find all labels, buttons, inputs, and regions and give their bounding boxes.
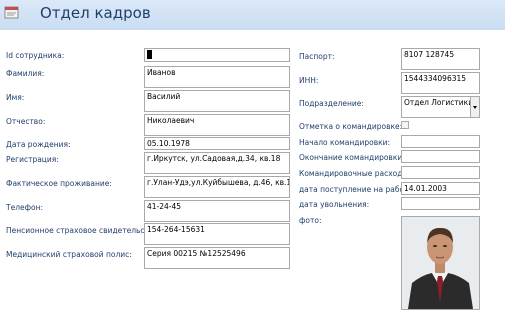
label-dismissal-date: дата увольнения: [299, 200, 370, 209]
inn-field[interactable]: 1544334096315 [401, 72, 480, 94]
label-registration: Регистрация: [6, 155, 59, 164]
trip-start-field[interactable] [401, 135, 480, 148]
employee-id-field[interactable] [144, 48, 290, 62]
form-icon [4, 6, 19, 19]
label-trip-end: Окончание командировки: [299, 153, 405, 162]
patronymic-field[interactable]: Николаевич [144, 114, 290, 136]
trip-end-field[interactable] [401, 150, 480, 163]
passport-field[interactable]: 8107 128745 [401, 48, 480, 70]
label-surname: Фамилия: [6, 69, 45, 78]
label-department: Подразделение: [299, 99, 364, 108]
label-patronymic: Отчество: [6, 117, 46, 126]
label-actual-residence: Фактическое проживание: [6, 179, 112, 188]
surname-field[interactable]: Иванов [144, 66, 290, 88]
label-birth-date: Дата рождения: [6, 140, 71, 149]
form-title: Отдел кадров [40, 4, 151, 22]
photo-frame[interactable] [401, 216, 480, 310]
dismissal-date-field[interactable] [401, 197, 480, 210]
employee-photo [402, 217, 479, 309]
label-first-name: Имя: [6, 93, 25, 102]
text-cursor [147, 50, 152, 59]
form-header: Отдел кадров [0, 0, 505, 30]
label-trip-start: Начало командировки: [299, 138, 391, 147]
label-business-trip-flag: Отметка о командировке: [299, 122, 403, 131]
label-employee-id: Id сотрудника: [6, 51, 65, 60]
label-trip-expenses: Командировочные расходы: [299, 169, 411, 178]
actual-residence-field[interactable]: г.Улан-Удэ,ул.Куйбышева, д.46, кв.10 [144, 176, 290, 198]
department-select[interactable]: Отдел Логистики [401, 96, 480, 118]
label-phone: Телефон: [6, 203, 44, 212]
birth-date-field[interactable]: 05.10.1978 [144, 137, 290, 150]
label-hire-date: дата поступление на работу: [299, 185, 416, 194]
medical-policy-field[interactable]: Серия 00215 №12525496 [144, 247, 290, 269]
pension-certificate-field[interactable]: 154-264-15631 [144, 223, 290, 245]
chevron-down-icon[interactable] [470, 97, 479, 117]
first-name-field[interactable]: Василий [144, 90, 290, 112]
hire-date-field[interactable]: 14.01.2003 [401, 182, 480, 195]
registration-field[interactable]: г.Иркутск, ул.Садовая,д.34, кв.18 [144, 152, 290, 174]
label-pension-certificate: Пенсионное страховое свидетельство: [6, 226, 161, 235]
label-passport: Паспорт: [299, 52, 335, 61]
trip-expenses-field[interactable] [401, 166, 480, 179]
label-photo: фото: [299, 216, 322, 225]
label-inn: ИНН: [299, 76, 319, 85]
business-trip-checkbox[interactable] [401, 121, 409, 129]
label-medical-policy: Медицинский страховой полис: [6, 250, 132, 259]
phone-field[interactable]: 41-24-45 [144, 200, 290, 222]
